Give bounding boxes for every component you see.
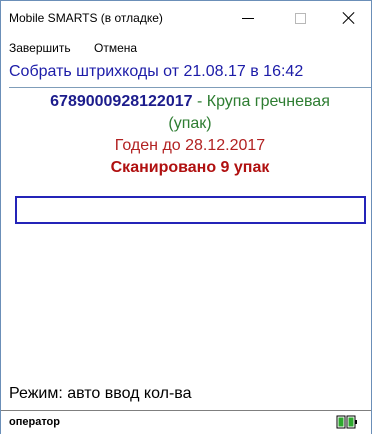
close-button[interactable] (328, 1, 370, 35)
operator-label: оператор (9, 416, 60, 428)
menu-cancel[interactable]: Отмена (94, 41, 137, 55)
product-unit: (упак) (168, 115, 212, 132)
barcode-separator: - (196, 93, 203, 110)
app-window: Mobile SMARTS (в отладке) Завершить Отме… (0, 0, 372, 434)
expiry-date: Годен до 28.12.2017 (114, 137, 266, 154)
header-divider (9, 87, 371, 88)
barcode-value: 6789000928122017 (50, 93, 193, 110)
title-bar[interactable]: Mobile SMARTS (в отладке) (1, 1, 371, 35)
menu-bar: Завершить Отмена (1, 37, 371, 59)
close-icon (342, 11, 356, 25)
scan-input[interactable] (15, 196, 366, 224)
minimize-icon (242, 17, 254, 19)
window-title: Mobile SMARTS (в отладке) (9, 11, 163, 25)
product-info: 6789000928122017 - Крупа гречневая (упак… (9, 91, 371, 179)
menu-finish[interactable]: Завершить (9, 41, 71, 55)
product-name: Крупа гречневая (206, 93, 330, 110)
scanned-count: Сканировано 9 упак (110, 159, 270, 176)
mode-label: Режим: авто ввод кол-ва (9, 385, 192, 402)
status-bar: оператор (1, 410, 371, 434)
minimize-button[interactable] (227, 1, 269, 35)
maximize-icon (294, 12, 306, 24)
maximize-button[interactable] (279, 1, 321, 35)
product-line: 6789000928122017 - Крупа гречневая (9, 91, 371, 113)
battery-icon (336, 415, 357, 429)
document-header: Собрать штрихкоды от 21.08.17 в 16:42 (9, 63, 304, 80)
